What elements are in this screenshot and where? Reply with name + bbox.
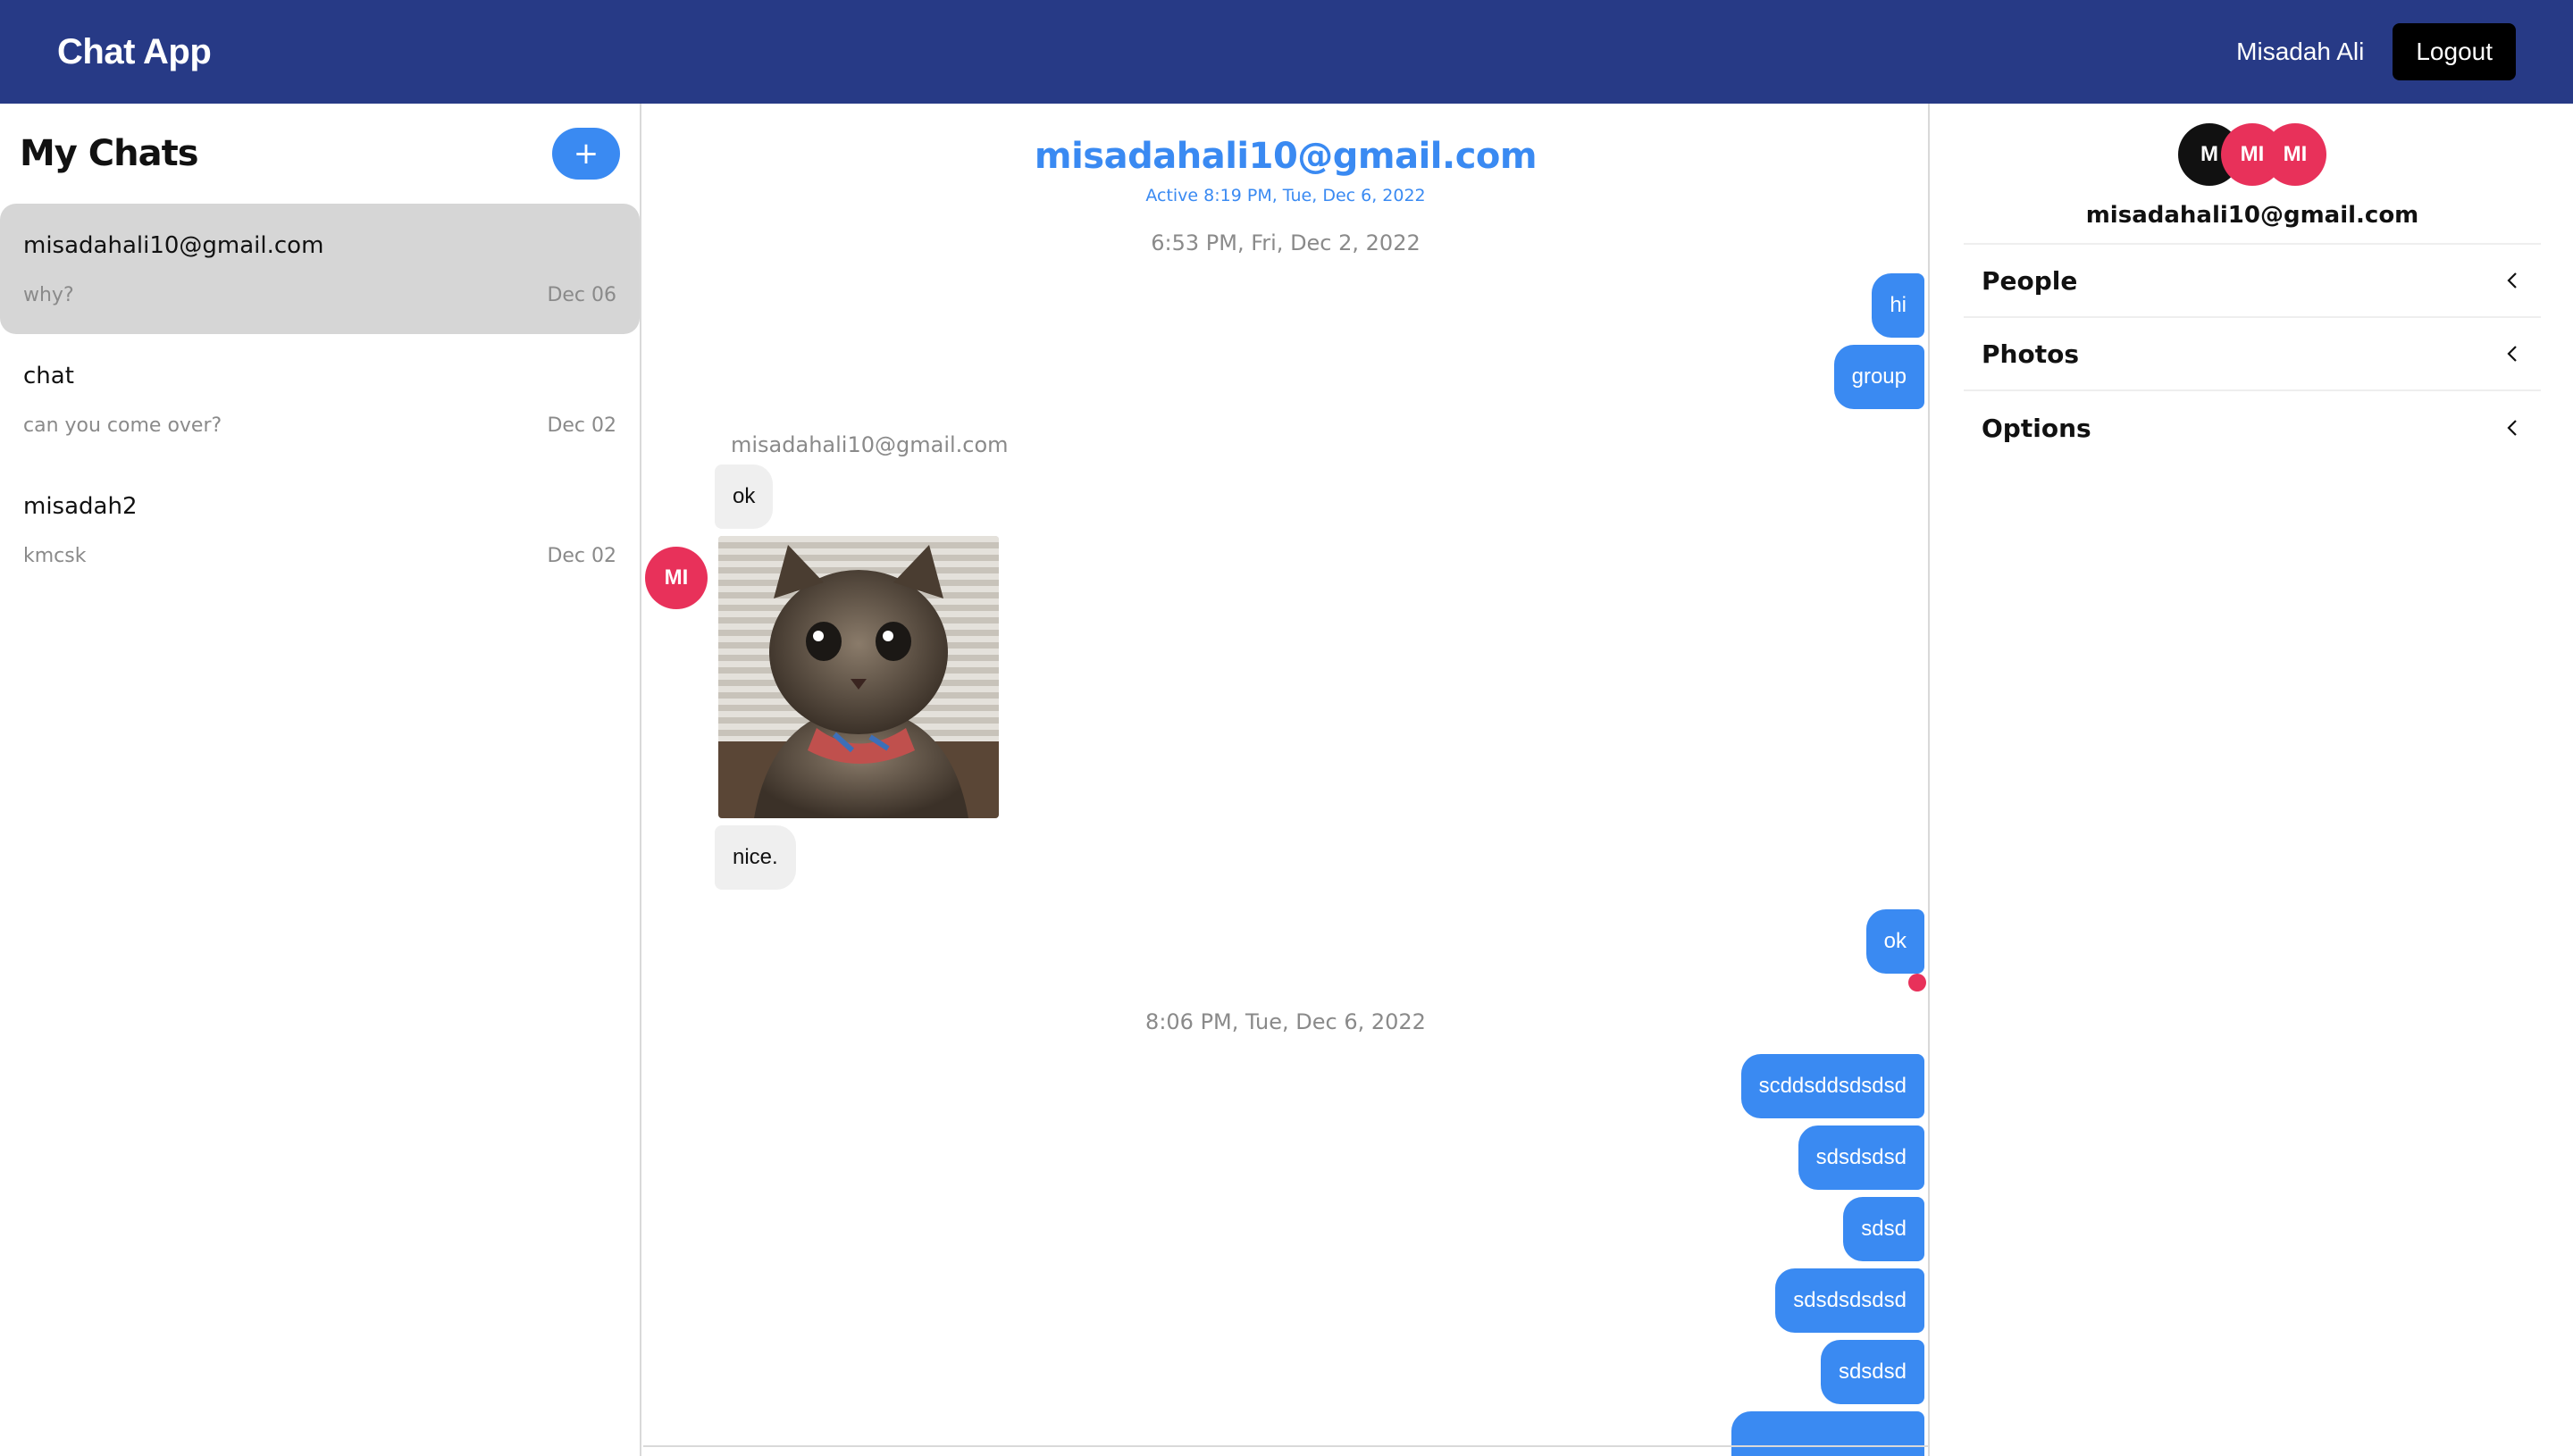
chat-card-meta: kmcsk Dec 02 [23, 545, 616, 567]
message-bubble-mine[interactable]: sdsdsdsd [1798, 1125, 1924, 1190]
chat-card-preview: kmcsk [23, 545, 87, 567]
message-bubble-mine[interactable]: sdsdsdsdsd [1775, 1268, 1924, 1333]
user-name: Misadah Ali [2236, 38, 2365, 65]
member-avatars: M MI MI [1932, 123, 2573, 186]
message-row: sdsdsdsd [643, 1125, 1928, 1190]
chat-details-panel: M MI MI misadahali10@gmail.com People Ph… [1932, 104, 2573, 1456]
chat-card-name: chat [23, 363, 74, 389]
section-label: Options [1982, 413, 2091, 443]
chat-card[interactable]: chat can you come over? Dec 02 [0, 334, 640, 464]
chevron-left-icon [2507, 346, 2517, 362]
chat-card-meta: why? Dec 06 [23, 284, 616, 306]
section-label: People [1982, 265, 2078, 296]
chat-header: misadahali10@gmail.com Active 8:19 PM, T… [643, 104, 1928, 205]
message-row: ok [715, 464, 1928, 529]
chat-card-date: Dec 06 [547, 284, 616, 306]
navbar-user-area: Misadah Ali Logout [2236, 23, 2516, 80]
chat-list-header: My Chats + [0, 104, 640, 204]
message-row: sdsdsdsdsd [643, 1268, 1928, 1333]
section-options[interactable]: Options [1964, 391, 2541, 464]
chat-card-preview: why? [23, 284, 74, 306]
details-sections: People Photos Options [1964, 243, 2541, 464]
message-row: nice. [715, 825, 1928, 890]
chat-feed-panel: misadahali10@gmail.com Active 8:19 PM, T… [643, 104, 1930, 1456]
chat-title: misadahali10@gmail.com [1034, 136, 1538, 177]
message-timestamp: 8:06 PM, Tue, Dec 6, 2022 [1145, 1009, 1426, 1034]
chat-card-date: Dec 02 [547, 414, 616, 437]
details-email: misadahali10@gmail.com [2085, 202, 2419, 229]
message-row: group [643, 345, 1928, 409]
message-row: sdsdsd [643, 1340, 1928, 1404]
message-sender-label: misadahali10@gmail.com [731, 432, 1009, 457]
chevron-left-icon [2507, 272, 2517, 289]
chat-list-panel: My Chats + misadahali10@gmail.com why? D… [0, 104, 641, 1456]
chat-card-date: Dec 02 [547, 545, 616, 567]
message-bubble-mine[interactable]: scddsddsdsdsd [1740, 1054, 1924, 1118]
sender-avatar[interactable]: MI [645, 547, 708, 609]
composer-divider [643, 1445, 1928, 1456]
message-timestamp: 6:53 PM, Fri, Dec 2, 2022 [1151, 230, 1421, 255]
chat-list: misadahali10@gmail.com why? Dec 06 chat … [0, 204, 640, 595]
read-receipt-row [643, 974, 1928, 992]
chat-card-name: misadah2 [23, 493, 138, 520]
logout-button[interactable]: Logout [2393, 23, 2516, 80]
new-chat-button[interactable]: + [552, 128, 620, 180]
incoming-message-group: ok MI nice. [643, 464, 1928, 890]
chat-card-meta: can you come over? Dec 02 [23, 414, 616, 437]
chat-card[interactable]: misadah2 kmcsk Dec 02 [0, 464, 640, 595]
message-bubble-theirs[interactable]: nice. [715, 825, 796, 890]
chat-active-status: Active 8:19 PM, Tue, Dec 6, 2022 [1145, 186, 1426, 205]
cat-photo-image[interactable] [718, 536, 999, 818]
message-row: ok [643, 909, 1928, 974]
chat-card[interactable]: misadahali10@gmail.com why? Dec 06 [0, 204, 640, 334]
section-people[interactable]: People [1964, 245, 2541, 318]
message-bubble-mine[interactable]: sdsdsd [1820, 1340, 1924, 1404]
message-image-wrap [715, 536, 1928, 818]
chat-card-preview: can you come over? [23, 414, 222, 437]
message-bubble-mine[interactable]: sdsd [1843, 1197, 1924, 1261]
section-photos[interactable]: Photos [1964, 318, 2541, 391]
message-row: hi [643, 273, 1928, 338]
top-navbar: Chat App Misadah Ali Logout [0, 0, 2573, 104]
member-avatar[interactable]: MI [2264, 123, 2326, 186]
message-bubble-mine[interactable]: ok [1865, 909, 1924, 974]
chevron-left-icon [2507, 420, 2517, 436]
chat-card-name: misadahali10@gmail.com [23, 232, 324, 259]
message-bubble-mine[interactable]: group [1833, 345, 1924, 409]
message-bubble-theirs[interactable]: ok [715, 464, 774, 529]
message-bubble-mine[interactable]: hi [1872, 273, 1924, 338]
app-title: Chat App [57, 31, 212, 71]
message-row: sdsd [643, 1197, 1928, 1261]
section-label: Photos [1982, 339, 2079, 369]
message-row: scddsddsdsdsd [643, 1054, 1928, 1118]
read-receipt-dot [1908, 974, 1926, 992]
chat-list-title: My Chats [20, 133, 199, 174]
